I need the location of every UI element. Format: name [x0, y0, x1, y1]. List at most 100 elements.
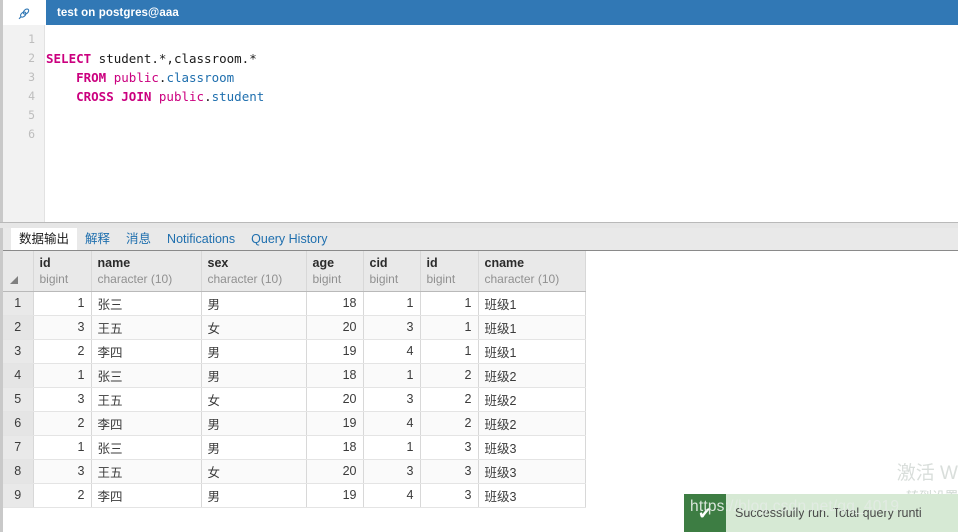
cell-cname-5[interactable]: 班级2 [478, 387, 586, 412]
cell-sex-1[interactable]: 男 [201, 291, 307, 316]
table-row[interactable]: 8 3 王五女 20 3 3 班级3 [3, 459, 586, 484]
cell-id-6[interactable]: 2 [33, 411, 92, 436]
cell-name-4[interactable]: 张三 [91, 363, 202, 388]
editor-code-area[interactable]: SELECT student.*,classroom.* FROM public… [46, 25, 958, 222]
cell-cname-3[interactable]: 班级1 [478, 339, 586, 364]
column-header-age-3[interactable]: age bigint [306, 251, 364, 292]
cell-id-3[interactable]: 2 [33, 339, 92, 364]
cell-id-9[interactable]: 3 [420, 483, 479, 508]
cell-cname-2[interactable]: 班级1 [478, 315, 586, 340]
cell-age-2[interactable]: 20 [306, 315, 364, 340]
cell-id-4[interactable]: 2 [420, 363, 479, 388]
table-row[interactable]: 9 2 李四男 19 4 3 班级3 [3, 483, 586, 508]
cell-name-6[interactable]: 李四 [91, 411, 202, 436]
editor-tab[interactable]: test on postgres@aaa [46, 0, 958, 25]
cell-cname-9[interactable]: 班级3 [478, 483, 586, 508]
table-row[interactable]: 7 1 张三男 18 1 3 班级3 [3, 435, 586, 460]
table-row[interactable]: 2 3 王五女 20 3 1 班级1 [3, 315, 586, 340]
cell-cid-2[interactable]: 3 [363, 315, 421, 340]
column-header-id-5[interactable]: id bigint [420, 251, 479, 292]
cell-name-2[interactable]: 王五 [91, 315, 202, 340]
table-row[interactable]: 1 1 张三男 18 1 1 班级1 [3, 291, 586, 316]
cell-cid-4[interactable]: 1 [363, 363, 421, 388]
cell-sex-2[interactable]: 女 [201, 315, 307, 340]
cell-age-5[interactable]: 20 [306, 387, 364, 412]
table-row[interactable]: 5 3 王五女 20 3 2 班级2 [3, 387, 586, 412]
cell-cid-6[interactable]: 4 [363, 411, 421, 436]
results-tab-2[interactable]: 消息 [118, 228, 159, 250]
data-output-grid[interactable]: id bigint name character (10) sex character (… [3, 250, 958, 532]
cell-name-1[interactable]: 张三 [91, 291, 202, 316]
cell-cid-1[interactable]: 1 [363, 291, 421, 316]
cell-sex-5[interactable]: 女 [201, 387, 307, 412]
cell-id-3[interactable]: 1 [420, 339, 479, 364]
cell-name-8[interactable]: 王五 [91, 459, 202, 484]
column-header-name-1[interactable]: name character (10) [91, 251, 202, 292]
row-number-cell[interactable]: 6 [3, 411, 34, 436]
cell-age-6[interactable]: 19 [306, 411, 364, 436]
cell-sex-7[interactable]: 男 [201, 435, 307, 460]
row-number-cell[interactable]: 3 [3, 339, 34, 364]
table-row[interactable]: 6 2 李四男 19 4 2 班级2 [3, 411, 586, 436]
cell-age-8[interactable]: 20 [306, 459, 364, 484]
sql-editor[interactable]: 1 2 3 4 5 6 SELECT student.*,classroom.* FROM… [0, 25, 958, 222]
cell-cname-8[interactable]: 班级3 [478, 459, 586, 484]
cell-cid-7[interactable]: 1 [363, 435, 421, 460]
cell-id-5[interactable]: 2 [420, 387, 479, 412]
results-tab-3[interactable]: Notifications [159, 228, 243, 250]
cell-id-1[interactable]: 1 [420, 291, 479, 316]
row-number-cell[interactable]: 5 [3, 387, 34, 412]
cell-age-1[interactable]: 18 [306, 291, 364, 316]
cell-id-4[interactable]: 1 [33, 363, 92, 388]
cell-age-4[interactable]: 18 [306, 363, 364, 388]
cell-id-7[interactable]: 1 [33, 435, 92, 460]
cell-cname-1[interactable]: 班级1 [478, 291, 586, 316]
cell-cname-4[interactable]: 班级2 [478, 363, 586, 388]
cell-cname-7[interactable]: 班级3 [478, 435, 586, 460]
cell-id-7[interactable]: 3 [420, 435, 479, 460]
cell-id-2[interactable]: 3 [33, 315, 92, 340]
cell-id-8[interactable]: 3 [420, 459, 479, 484]
column-header-cname-6[interactable]: cname character (10) [478, 251, 586, 292]
cell-cid-3[interactable]: 4 [363, 339, 421, 364]
row-number-cell[interactable]: 4 [3, 363, 34, 388]
row-number-cell[interactable]: 9 [3, 483, 34, 508]
cell-sex-9[interactable]: 男 [201, 483, 307, 508]
cell-id-9[interactable]: 2 [33, 483, 92, 508]
cell-age-7[interactable]: 18 [306, 435, 364, 460]
cell-sex-8[interactable]: 女 [201, 459, 307, 484]
cell-age-3[interactable]: 19 [306, 339, 364, 364]
cell-id-2[interactable]: 1 [420, 315, 479, 340]
row-number-cell[interactable]: 1 [3, 291, 34, 316]
cell-cname-6[interactable]: 班级2 [478, 411, 586, 436]
cell-name-7[interactable]: 张三 [91, 435, 202, 460]
cell-cid-9[interactable]: 4 [363, 483, 421, 508]
table-row[interactable]: 4 1 张三男 18 1 2 班级2 [3, 363, 586, 388]
column-header-id-0[interactable]: id bigint [33, 251, 92, 292]
cell-sex-3[interactable]: 男 [201, 339, 307, 364]
titlebar: test on postgres@aaa [0, 0, 958, 25]
results-tab-0[interactable]: 数据输出 [11, 228, 78, 250]
column-header-sex-2[interactable]: sex character (10) [201, 251, 307, 292]
row-number-cell[interactable]: 8 [3, 459, 34, 484]
cell-id-1[interactable]: 1 [33, 291, 92, 316]
select-all-corner[interactable] [3, 251, 34, 292]
cell-id-8[interactable]: 3 [33, 459, 92, 484]
row-number-cell[interactable]: 7 [3, 435, 34, 460]
cell-cid-5[interactable]: 3 [363, 387, 421, 412]
results-tab-1[interactable]: 解释 [77, 228, 118, 250]
cell-age-9[interactable]: 19 [306, 483, 364, 508]
cell-name-3[interactable]: 李四 [91, 339, 202, 364]
results-tab-4[interactable]: Query History [243, 228, 335, 250]
row-number-cell[interactable]: 2 [3, 315, 34, 340]
cell-name-9[interactable]: 李四 [91, 483, 202, 508]
cell-id-6[interactable]: 2 [420, 411, 479, 436]
table-row[interactable]: 3 2 李四男 19 4 1 班级1 [3, 339, 586, 364]
cell-sex-4[interactable]: 男 [201, 363, 307, 388]
cell-sex-6[interactable]: 男 [201, 411, 307, 436]
cell-name-5[interactable]: 王五 [91, 387, 202, 412]
cell-id-5[interactable]: 3 [33, 387, 92, 412]
column-header-cid-4[interactable]: cid bigint [363, 251, 421, 292]
results-tabbar: 数据输出 解释 消息 Notifications Query History [3, 228, 958, 250]
cell-cid-8[interactable]: 3 [363, 459, 421, 484]
